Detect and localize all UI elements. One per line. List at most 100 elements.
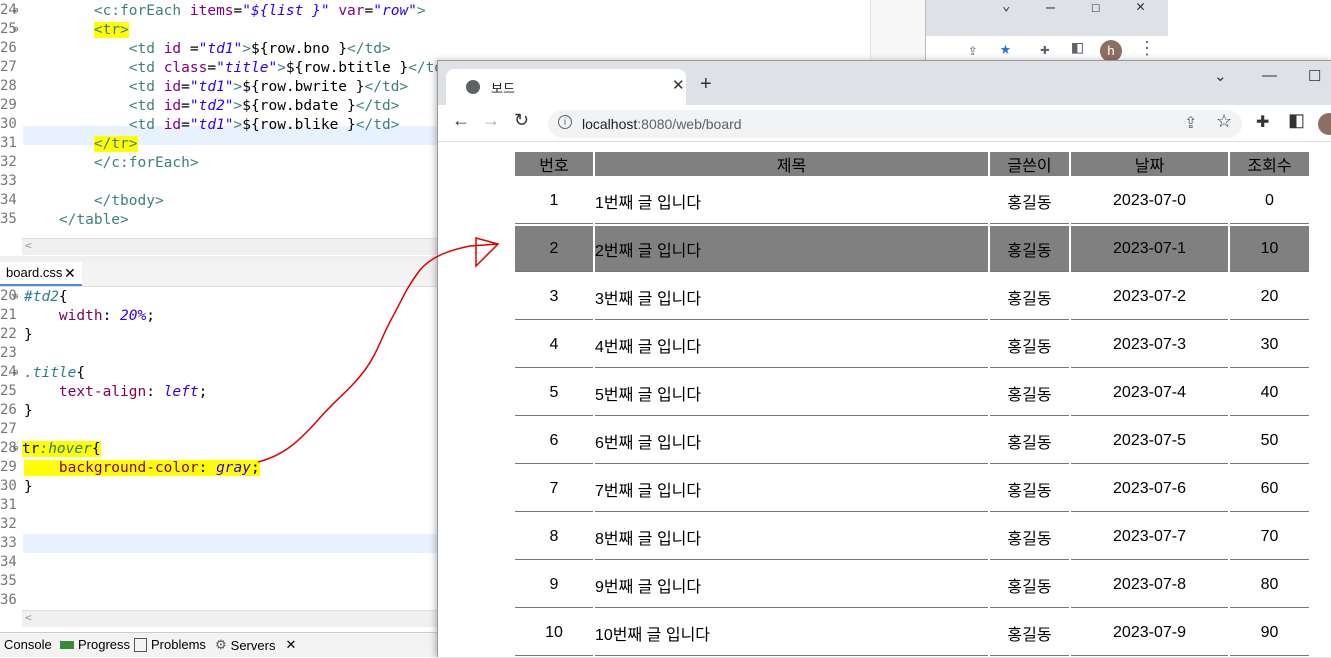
omnibox[interactable]: i localhost:8080/web/board ⇪ ☆ — [548, 110, 1242, 138]
cell-writer: 홍길동 — [990, 562, 1069, 608]
cell-writer: 홍길동 — [990, 466, 1069, 512]
code-line[interactable]: #td2{ — [24, 288, 68, 307]
table-row[interactable]: 6 6번째 글 입니다 홍길동 2023-07-5 50 — [515, 418, 1309, 464]
code-line[interactable]: </tbody> — [24, 192, 164, 211]
fold-icon[interactable]: ⊖ — [13, 292, 18, 302]
code-line[interactable]: <td id="td1">${row.blike }</td> — [24, 116, 400, 135]
chevron-down-icon[interactable]: ⌄ — [1214, 67, 1227, 85]
header-title: 제목 — [595, 152, 988, 176]
code-line[interactable]: } — [24, 478, 33, 497]
code-line[interactable]: <td id ="td1">${row.bno }</td> — [24, 40, 391, 59]
code-line[interactable]: } — [24, 326, 33, 345]
jsp-editor[interactable]: 24 ⊖ 25 ⊖ 26 27 28 29 30 31 32 33 34 35 <c:forEach it… — [0, 0, 437, 256]
tab-servers[interactable]: ⚙ Servers ✕ — [215, 637, 296, 653]
cell-date: 2023-07-0 — [1071, 178, 1228, 224]
share-icon[interactable]: ⇪ — [968, 40, 978, 59]
fold-icon[interactable]: ⊖ — [13, 368, 18, 378]
avatar[interactable] — [1318, 113, 1331, 135]
back-icon[interactable]: ← — [452, 110, 470, 131]
close-icon[interactable]: ✕ — [672, 76, 685, 94]
code-token: "row" — [373, 3, 417, 19]
forward-icon[interactable]: → — [482, 110, 500, 131]
code-line[interactable]: <tr> — [24, 21, 129, 40]
tab-console[interactable]: Console — [4, 637, 52, 652]
table-row[interactable]: 2 2번째 글 입니다 홍길동 2023-07-1 10 — [515, 226, 1309, 272]
background-browser-window[interactable]: ⌄ — ☐ ✕ ⇪ ★ ✚ ◧ h ⋮ — [925, 0, 1168, 64]
side-panel-icon[interactable]: ◧ — [1288, 110, 1305, 131]
table-row[interactable]: 3 3번째 글 입니다 홍길동 2023-07-2 20 — [515, 274, 1309, 320]
code-line[interactable]: <td id="td2">${row.bdate }</td> — [24, 97, 400, 116]
maximize-icon[interactable]: ☐ — [1308, 67, 1321, 85]
table-row[interactable]: 4 4번째 글 입니다 홍길동 2023-07-3 30 — [515, 322, 1309, 368]
tab-problems[interactable]: Problems — [134, 637, 206, 652]
scroll-left-arrow-icon[interactable]: < — [25, 611, 32, 624]
new-tab-icon[interactable]: + — [700, 73, 712, 96]
code-token: = — [181, 98, 190, 114]
code-line[interactable]: width: 20%; — [24, 307, 155, 326]
line-number: 27 — [0, 59, 17, 75]
css-file-tab[interactable]: board.css ✕ — [0, 262, 82, 286]
extensions-icon[interactable]: ✚ — [1256, 112, 1269, 132]
cell-title: 2번째 글 입니다 — [595, 226, 988, 272]
css-horizontal-scrollbar[interactable]: < — [22, 610, 437, 627]
code-line[interactable]: background-color: gray; — [24, 459, 260, 478]
code-line[interactable]: text-align: left; — [24, 383, 207, 402]
minimize-icon[interactable]: — — [1046, 0, 1055, 16]
chevron-down-icon[interactable]: ⌄ — [1002, 0, 1010, 14]
bookmark-star-icon[interactable]: ☆ — [1216, 111, 1232, 132]
code-token: { — [91, 441, 101, 457]
reload-icon[interactable]: ↻ — [514, 110, 529, 131]
code-token: ; — [198, 384, 208, 400]
code-line[interactable]: </c:forEach> — [24, 154, 199, 173]
line-number: 32 — [0, 516, 17, 532]
table-row[interactable]: 8 8번째 글 입니다 홍길동 2023-07-7 70 — [515, 514, 1309, 560]
scroll-left-arrow-icon[interactable]: < — [25, 239, 32, 252]
code-token: } — [24, 327, 33, 343]
code-line[interactable]: <td class="title">${row.btitle }</td> — [24, 59, 437, 78]
site-info-icon[interactable]: i — [558, 115, 572, 129]
share-icon[interactable]: ⇪ — [1184, 113, 1197, 133]
maximize-icon[interactable]: ☐ — [1091, 0, 1100, 16]
star-icon[interactable]: ★ — [1000, 38, 1011, 59]
code-token: :hover — [39, 441, 92, 457]
code-token: #td2 — [24, 289, 59, 305]
code-token: id — [163, 79, 182, 95]
url-text[interactable]: localhost:8080/web/board — [582, 116, 742, 132]
fold-icon[interactable]: ⊖ — [13, 6, 18, 16]
close-icon[interactable]: ✕ — [64, 262, 76, 284]
tab-board[interactable]: 보드 ✕ — [446, 69, 686, 105]
code-line[interactable]: } — [24, 402, 33, 421]
code-line[interactable]: <td id="td1">${row.bwrite }</td> — [24, 78, 408, 97]
table-row[interactable]: 9 9번째 글 입니다 홍길동 2023-07-8 80 — [515, 562, 1309, 608]
menu-dots-icon[interactable]: ⋮ — [1138, 38, 1156, 59]
side-panel-icon[interactable]: ◧ — [1072, 37, 1083, 58]
minimize-icon[interactable]: — — [1262, 67, 1277, 84]
table-row[interactable]: 10 10번째 글 입니다 홍길동 2023-07-9 90 — [515, 610, 1309, 656]
code-line[interactable]: tr:hover{ — [22, 440, 101, 459]
table-row[interactable]: 5 5번째 글 입니다 홍길동 2023-07-4 40 — [515, 370, 1309, 416]
code-token: .title — [24, 365, 77, 381]
cell-writer: 홍길동 — [990, 610, 1069, 656]
cell-title: 7번째 글 입니다 — [595, 466, 988, 512]
line-number: 35 — [0, 573, 17, 589]
fold-icon[interactable]: ⊖ — [13, 444, 18, 454]
code-token: "${list }" — [242, 3, 330, 19]
extensions-icon[interactable]: ✚ — [1040, 39, 1050, 58]
code-line[interactable]: </table> — [24, 211, 129, 230]
close-window-icon[interactable]: ✕ — [1136, 0, 1145, 15]
code-line[interactable]: .title{ — [24, 364, 85, 383]
table-row[interactable]: 7 7번째 글 입니다 홍길동 2023-07-6 60 — [515, 466, 1309, 512]
fold-icon[interactable]: ⊖ — [13, 25, 18, 35]
address-bar-row: ← → ↻ i localhost:8080/web/board ⇪ ☆ ✚ ◧ — [438, 105, 1331, 142]
board-body: 1 1번째 글 입니다 홍길동 2023-07-0 0 2 2번째 글 입니다 홍길동 2023… — [515, 178, 1309, 656]
code-line[interactable]: </tr> — [24, 135, 138, 154]
jsp-horizontal-scrollbar[interactable]: < — [22, 238, 437, 255]
browser-window[interactable]: 보드 ✕ + ⌄ — ☐ ← → ↻ i localhost:8080/web/… — [437, 60, 1331, 657]
avatar[interactable]: h — [1100, 40, 1122, 62]
css-editor[interactable]: board.css ✕ 20 ⊖ 21 22 23 24 ⊖ 25 26 27 28 ⊖ 29 30 31 3… — [0, 262, 437, 630]
table-row[interactable]: 1 1번째 글 입니다 홍길동 2023-07-0 0 — [515, 178, 1309, 224]
tab-progress[interactable]: Progress — [60, 637, 130, 652]
close-icon[interactable]: ✕ — [285, 637, 296, 653]
code-line[interactable]: <c:forEach items="${list }" var="row"> — [24, 2, 426, 21]
